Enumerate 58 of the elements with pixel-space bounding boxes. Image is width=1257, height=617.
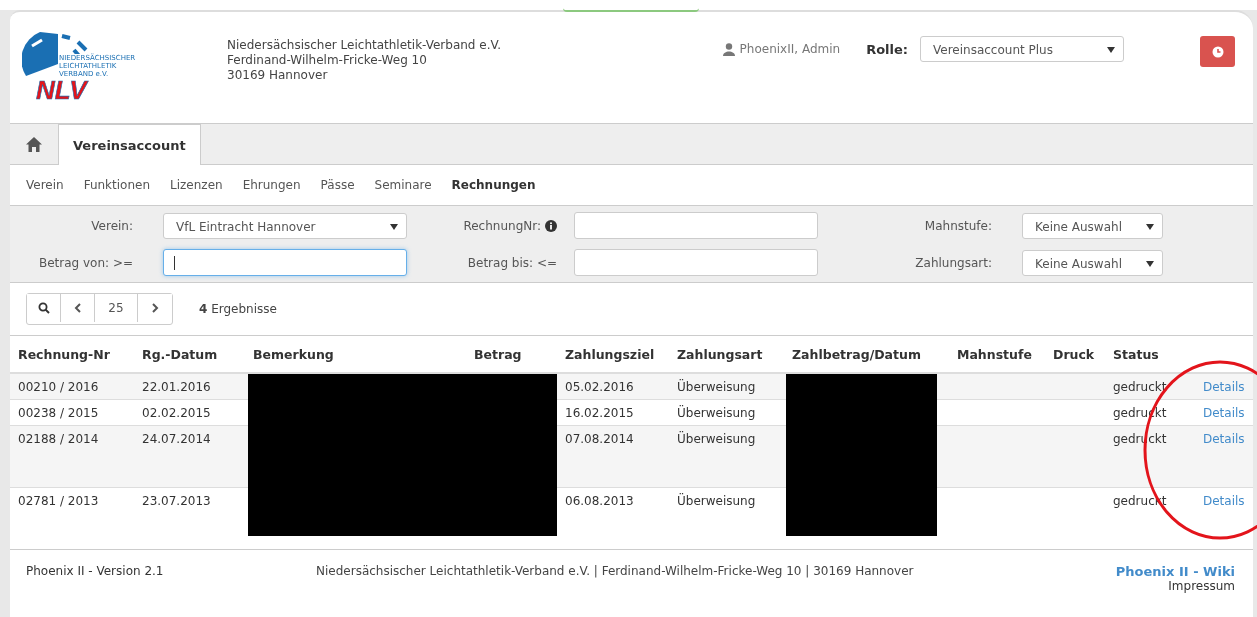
info-icon[interactable]	[545, 219, 557, 232]
search-icon	[37, 302, 50, 314]
caret-icon	[1146, 260, 1154, 267]
caret-icon	[1107, 47, 1115, 53]
chevron-right-icon	[151, 303, 159, 313]
mahnstufe-select[interactable]: Keine Auswahl	[1022, 212, 1163, 239]
zahlungsart-select[interactable]: Keine Auswahl	[1022, 249, 1163, 276]
subnav-link[interactable]: Lizenzen	[170, 178, 223, 192]
details-link[interactable]: Details	[1203, 405, 1245, 420]
wiki-link[interactable]: Phoenix II - Wiki	[1115, 564, 1235, 579]
table-cell: 00210 / 2016	[10, 373, 134, 399]
table-cell: 05.02.2016	[557, 373, 669, 399]
clock-icon	[1211, 45, 1224, 58]
tab[interactable]: Vereinsaccount	[58, 124, 201, 165]
table-cell: 02188 / 2014	[10, 425, 134, 487]
rechnung-nr-label: RechnungNr:	[463, 218, 541, 233]
subnav-link[interactable]: Pässe	[320, 178, 355, 192]
betrag-bis-label: Betrag bis: <=	[466, 255, 557, 270]
betrag-von-label: Betrag von: >=	[37, 255, 133, 270]
home-icon	[26, 136, 42, 152]
role-select[interactable]: Vereinsaccount Plus	[920, 36, 1124, 62]
table-cell: 02781 / 2013	[10, 487, 134, 537]
result-count: 4 Ergebnisse	[199, 302, 277, 316]
caret-icon	[1146, 223, 1154, 230]
chevron-left-icon	[74, 303, 81, 313]
organization-address-line: Niedersächsischer Leichtathletik-Verband e.V.	[227, 38, 501, 53]
betrag-von-field[interactable]	[163, 249, 407, 276]
verein-label: Verein:	[90, 218, 133, 233]
table-cell: Überweisung	[669, 373, 784, 399]
user-name[interactable]: PhoenixII, Admin	[739, 42, 841, 56]
user-icon	[722, 42, 735, 56]
verein-select[interactable]: VfL Eintracht Hannover	[163, 212, 407, 239]
version-text: Phoenix II - Version 2.1	[26, 564, 165, 578]
subnav-link[interactable]: Verein	[26, 178, 64, 192]
mahnstufe-label: Mahnstufe:	[923, 218, 992, 233]
table-cell: Überweisung	[669, 487, 784, 537]
role-label: Rolle:	[866, 41, 908, 57]
subnav-link[interactable]: Rechnungen	[451, 178, 536, 192]
table-cell: Überweisung	[669, 425, 784, 487]
subnav-link[interactable]: Ehrungen	[242, 178, 301, 192]
organization-address-line: Ferdinand-Wilhelm-Fricke-Weg 10	[227, 53, 428, 68]
footer-address: Niedersächsischer Leichtathletik-Verband e.V. | Ferdinand-Wilhelm-Fricke-Weg 10 | 30169 Hannover	[316, 564, 914, 578]
zahlungsart-label: Zahlungsart:	[914, 255, 992, 270]
table-cell: 22.01.2016	[134, 373, 245, 399]
table-cell: 24.07.2014	[134, 425, 245, 487]
subnav-link[interactable]: Funktionen	[83, 178, 151, 192]
betrag-bis-field[interactable]	[574, 249, 818, 276]
logout-button[interactable]	[1200, 36, 1235, 67]
table-cell: 23.07.2013	[134, 487, 245, 537]
table-cell: 07.08.2014	[557, 425, 669, 487]
caret-icon	[390, 223, 398, 230]
organization-address-line: 30169 Hannover	[227, 68, 329, 83]
rechnung-nr-field[interactable]	[574, 212, 818, 239]
impressum-link[interactable]: Impressum	[1168, 579, 1235, 593]
details-link[interactable]: Details	[1203, 493, 1245, 508]
search-button[interactable]	[27, 294, 61, 322]
subnav-link[interactable]: Seminare	[374, 178, 432, 192]
logo-wordmark: NLV	[36, 76, 87, 104]
